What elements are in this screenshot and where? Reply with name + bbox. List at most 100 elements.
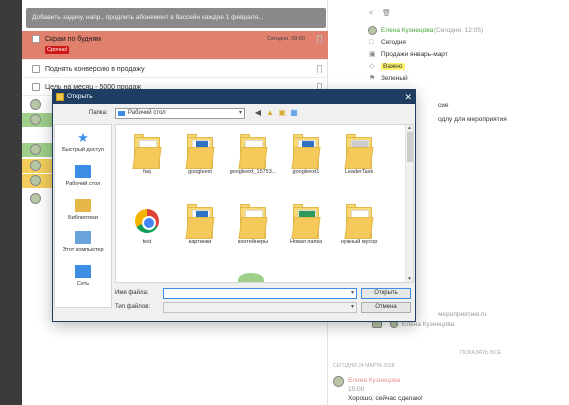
author-meta: (Сегодня, 12:05)	[434, 27, 484, 34]
place-label: Сеть	[76, 281, 90, 287]
avatar	[30, 114, 41, 125]
folder-item[interactable]: googleext1	[280, 131, 332, 175]
folder-item[interactable]: LeaderTask	[333, 131, 385, 175]
file-list: faq googleext googleext_15753... googlee…	[115, 124, 414, 283]
place-label: Быстрый доступ	[62, 147, 104, 153]
task-row	[22, 113, 52, 127]
project-icon: ▣	[369, 51, 376, 58]
folder-icon	[344, 201, 374, 239]
place-libraries[interactable]: Библиотеки	[55, 199, 111, 221]
folder-select[interactable]: Рабочий стол ▾	[115, 108, 245, 119]
file-name: googleext	[188, 169, 212, 175]
attachment-author: Елена Кузнецова	[402, 321, 455, 328]
folder-icon	[344, 131, 374, 169]
author-name: Елена Кузнецова	[381, 27, 434, 34]
file-name: Новая папка	[289, 239, 323, 245]
tag-icon: ◇	[369, 63, 375, 70]
file-type-select[interactable]: ▾	[163, 302, 357, 313]
folder-item[interactable]: googleext_15753...	[227, 131, 279, 175]
library-icon	[75, 199, 91, 212]
dialog-titlebar: Открыть ✕	[53, 90, 415, 104]
show-all-link[interactable]: ПОКАЗАТЬ ВСЕ	[460, 350, 501, 356]
bookmark-icon[interactable]	[317, 35, 322, 43]
place-this-pc[interactable]: Этот компьютер	[55, 231, 111, 253]
chevron-down-icon: ▾	[350, 304, 354, 310]
place-label: Рабочий стол	[65, 181, 101, 187]
share-icon[interactable]: <	[369, 10, 376, 17]
task-row	[22, 159, 52, 173]
file-name: faq	[143, 169, 151, 175]
delete-icon[interactable]: 🗑	[382, 10, 391, 17]
scrollbar-thumb[interactable]	[407, 132, 413, 162]
avatar	[30, 175, 41, 186]
color-field[interactable]: Зеленый	[381, 75, 408, 82]
subtask-partial: одлу для мероприятия	[438, 116, 507, 123]
folder-icon	[238, 201, 268, 239]
place-desktop[interactable]: Рабочий стол	[55, 165, 111, 187]
task-checkbox[interactable]	[32, 65, 40, 73]
bookmark-icon[interactable]	[317, 65, 322, 73]
attachment-link[interactable]: мероприятию.ru	[438, 311, 487, 318]
folder-item[interactable]: нужный мусор	[333, 201, 385, 245]
scroll-down-icon[interactable]: ▼	[407, 276, 412, 282]
subtask-partial: сие	[438, 102, 449, 109]
network-icon	[75, 265, 91, 278]
avatar	[30, 193, 41, 204]
places-bar: ★ Быстрый доступ Рабочий стол Библиотеки…	[54, 124, 112, 308]
avatar	[30, 99, 41, 110]
file-name-input[interactable]: ▾	[163, 288, 357, 299]
task-date: Сегодня, 09:00	[267, 36, 305, 42]
task-row	[22, 174, 52, 188]
place-quick-access[interactable]: ★ Быстрый доступ	[55, 131, 111, 153]
comment-time: 15:00	[348, 386, 365, 393]
computer-icon	[75, 231, 91, 244]
file-item[interactable]	[227, 271, 279, 282]
up-folder-icon[interactable]: ▲	[265, 108, 275, 118]
folder-item[interactable]: Новая папка	[280, 201, 332, 245]
task-row-urgent[interactable]: Скрам по будням Срочно! Сегодня, 09:00	[22, 31, 328, 60]
file-name: test	[142, 239, 152, 245]
file-name: нужный мусор	[340, 239, 378, 245]
dialog-title: Открыть	[67, 93, 93, 100]
task-row	[22, 98, 44, 112]
add-task-input[interactable]: Добавить задачу, напр., продлить абонеме…	[26, 8, 326, 28]
folder-item[interactable]: faq	[121, 131, 173, 175]
folder-item[interactable]: картинки	[174, 201, 226, 245]
star-icon: ★	[77, 130, 89, 145]
chrome-icon	[132, 201, 162, 239]
file-item[interactable]: test	[121, 201, 173, 245]
folder-value: Рабочий стол	[128, 110, 166, 116]
folder-item[interactable]: googleext	[174, 131, 226, 175]
close-icon[interactable]: ✕	[404, 90, 412, 104]
folder-icon	[291, 131, 321, 169]
urgent-badge: Срочно!	[45, 46, 70, 54]
folder-icon	[185, 131, 215, 169]
new-folder-icon[interactable]: ▣	[277, 108, 287, 118]
task-checkbox[interactable]	[32, 35, 40, 43]
task-row[interactable]: Поднять конверсию в продажу	[22, 61, 328, 78]
task-checkbox[interactable]	[32, 83, 40, 91]
file-name: картинки	[188, 239, 212, 245]
project-field[interactable]: Продажи январь-март	[381, 51, 448, 58]
file-name: контейнеры	[237, 239, 269, 245]
task-row	[22, 192, 52, 206]
folder-icon	[56, 93, 64, 101]
view-menu-icon[interactable]: ▦	[289, 108, 299, 118]
cancel-button[interactable]: Отмена	[361, 302, 411, 313]
file-list-scrollbar[interactable]: ▲ ▼	[405, 125, 413, 282]
image-file-icon	[238, 271, 268, 282]
file-type-label: Тип файлов:	[115, 304, 151, 310]
open-file-dialog: Открыть ✕ Папка: Рабочий стол ▾ ◀ ▲ ▣ ▦ …	[52, 89, 416, 322]
date-field[interactable]: Сегодня	[381, 39, 406, 46]
place-label: Библиотеки	[68, 215, 98, 221]
place-network[interactable]: Сеть	[55, 265, 111, 287]
scroll-up-icon[interactable]: ▲	[407, 125, 412, 131]
comment-date: СЕГОДНЯ 24 МАРТА 2018	[333, 363, 395, 369]
left-dark-strip	[0, 0, 22, 405]
chevron-down-icon: ▾	[238, 110, 242, 116]
folder-label: Папка:	[89, 110, 108, 116]
important-tag[interactable]: Важно	[381, 63, 405, 70]
folder-item[interactable]: контейнеры	[227, 201, 279, 245]
back-icon[interactable]: ◀	[253, 108, 263, 118]
open-button[interactable]: Открыть	[361, 288, 411, 299]
